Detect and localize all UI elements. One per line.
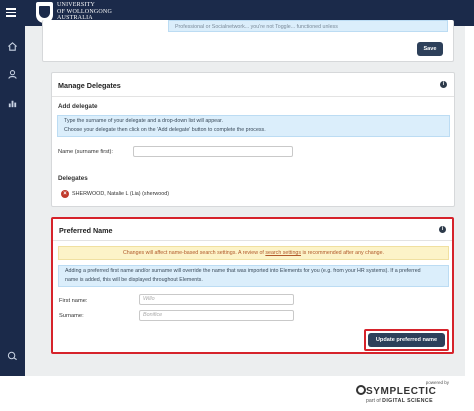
surname-input[interactable]: Bonifice (139, 310, 294, 321)
info-message: Professional or Socialnetwork... you're … (168, 20, 448, 32)
preferred-name-info-message: Adding a preferred first name and/or sur… (58, 265, 449, 287)
logout-icon[interactable] (7, 350, 18, 361)
card-title: Preferred Name (59, 226, 113, 235)
search-settings-link[interactable]: search settings (265, 250, 301, 256)
surname-label: Surname: (59, 313, 84, 319)
delegate-name: SHERWOOD, Natalie L (Lia) (sherwood) (72, 191, 170, 197)
left-sidebar (0, 26, 25, 376)
home-icon[interactable] (7, 41, 18, 52)
chart-icon[interactable] (7, 98, 18, 109)
name-label: Name (surname first): (58, 149, 113, 155)
first-name-label: First name: (59, 298, 88, 304)
user-icon[interactable] (7, 69, 18, 80)
card-header: Preferred Name i (53, 219, 452, 241)
university-name: UNIVERSITY OF WOLLONGONG AUSTRALIA (57, 2, 112, 21)
remove-delegate-icon[interactable]: × (61, 190, 69, 198)
manage-delegates-card: Manage Delegates i Add delegate Type the… (51, 72, 455, 207)
card-title: Manage Delegates (58, 81, 121, 90)
update-preferred-name-button[interactable]: Update preferred name (368, 333, 445, 347)
powered-by-text: powered by (425, 380, 449, 385)
menu-icon[interactable] (6, 8, 16, 17)
delegate-name-input[interactable] (133, 146, 293, 157)
digital-science-brand: DIGITAL SCIENCE (382, 398, 433, 404)
add-delegate-heading: Add delegate (58, 103, 98, 110)
part-of-text: part of DIGITAL SCIENCE (366, 398, 433, 404)
symplectic-logo-icon (356, 385, 366, 395)
card-header: Manage Delegates i (52, 73, 454, 97)
delegate-info-message: Type the surname of your delegate and a … (57, 115, 450, 137)
symplectic-brand: SYMPLECTIC (366, 386, 437, 397)
info-icon[interactable]: i (439, 226, 446, 233)
delegates-heading: Delegates (58, 175, 88, 182)
profile-settings-card: Professional or Socialnetwork... you're … (42, 20, 454, 62)
save-button[interactable]: Save (417, 42, 443, 56)
preferred-name-card: Preferred Name i Changes will affect nam… (51, 217, 454, 354)
info-icon[interactable]: i (440, 81, 447, 88)
warning-message: Changes will affect name-based search se… (58, 246, 449, 260)
first-name-input[interactable]: Willo (139, 294, 294, 305)
